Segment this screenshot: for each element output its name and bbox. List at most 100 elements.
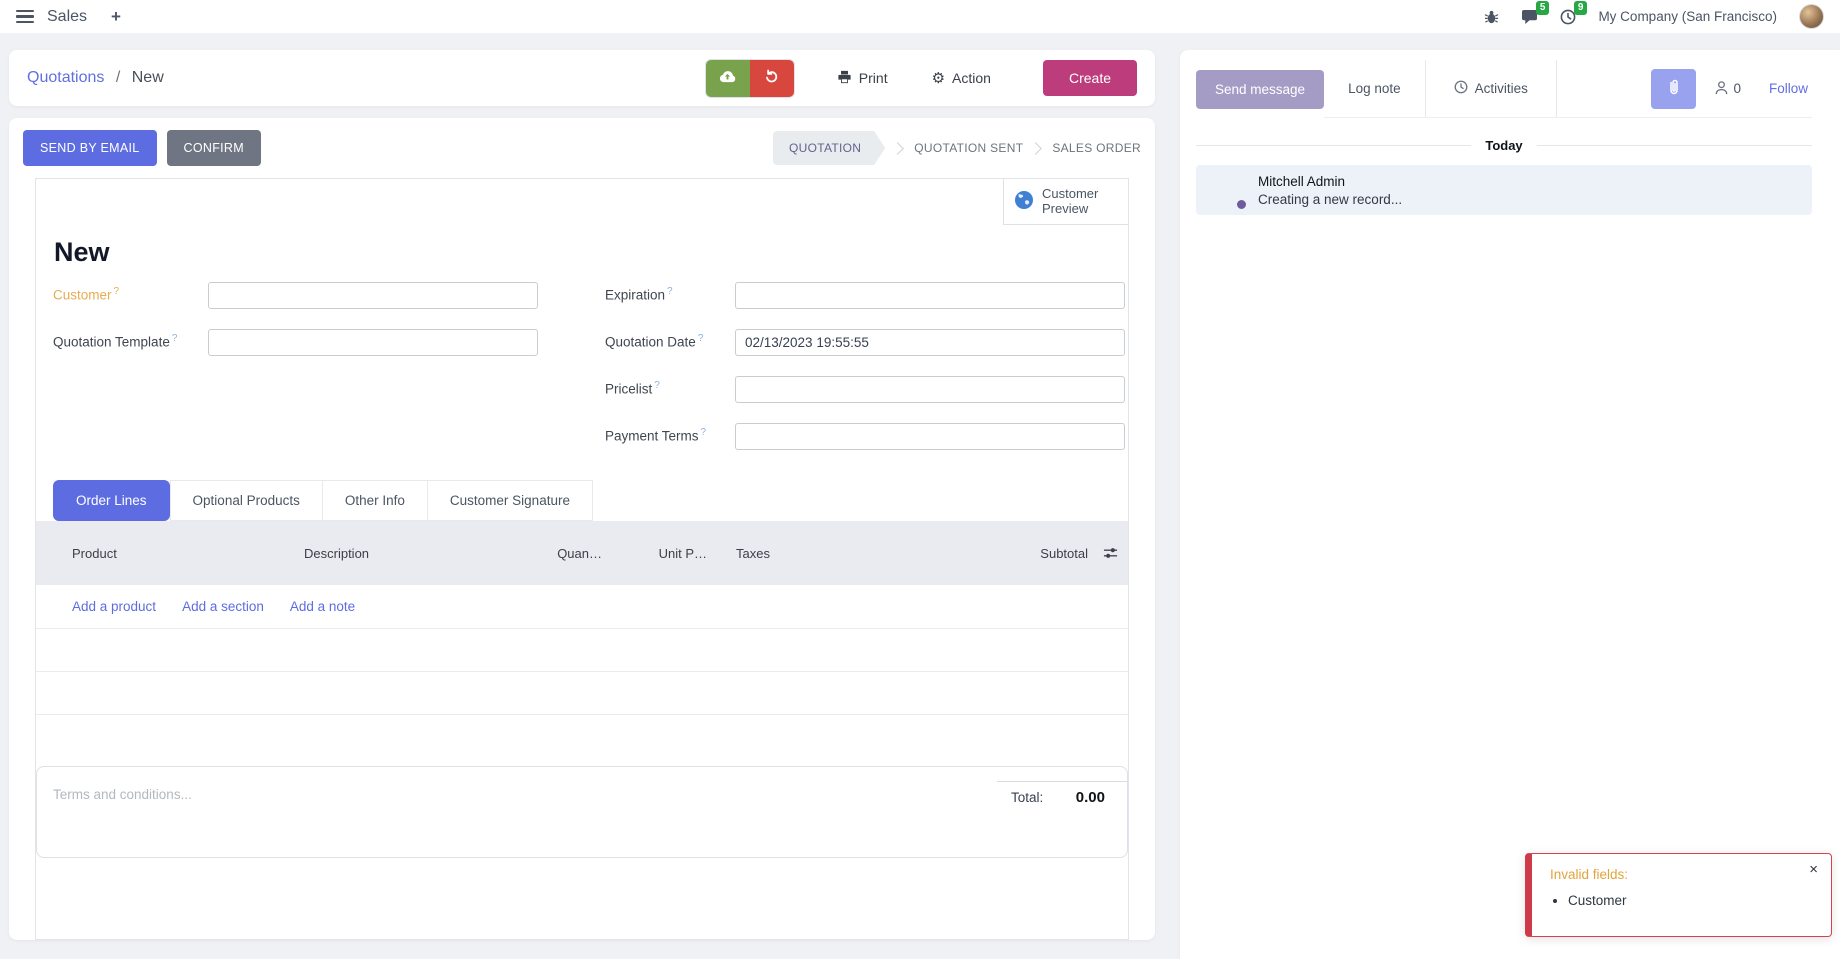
toast-title: Invalid fields: [1550,867,1817,882]
status-stepper: QUOTATION QUOTATION SENT SALES ORDER [773,131,1141,165]
payment-terms-input[interactable] [735,423,1125,450]
total-value: 0.00 [1076,789,1105,806]
send-message-button[interactable]: Send message [1196,70,1324,109]
print-label: Print [859,70,888,86]
activities-button[interactable]: Activities [1425,60,1557,117]
chatter-message: Mitchell Admin Creating a new record... [1196,165,1812,215]
add-a-note-link[interactable]: Add a note [290,599,355,614]
payment-terms-label: Payment Terms? [605,423,735,444]
total-label: Total: [1011,790,1043,805]
field-grid: Customer? Expiration? Quotation Template… [53,282,1128,470]
help-icon: ? [172,333,178,344]
message-author: Mitchell Admin [1258,174,1402,189]
action-button[interactable]: ⚙ Action [932,70,991,86]
print-button[interactable]: Print [837,70,888,87]
step-quotation[interactable]: QUOTATION [773,131,885,165]
app-name[interactable]: Sales [47,8,87,26]
save-discard-group [705,59,795,98]
messages-badge: 5 [1536,1,1550,15]
quotation-template-input[interactable] [208,329,538,356]
column-taxes: Taxes [707,546,867,561]
pricelist-input[interactable] [735,376,1125,403]
control-panel: Quotations / New Print ⚙ Action [9,50,1155,106]
followers-button[interactable]: 0 [1714,80,1741,98]
order-lines-header: Product Description Quan… Unit P… Taxes … [36,521,1128,585]
terms-and-conditions-input[interactable] [53,787,473,802]
date-divider: Today [1196,138,1812,153]
step-quotation-sent[interactable]: QUOTATION SENT [914,141,1023,155]
save-button[interactable] [706,60,750,97]
activities-label: Activities [1475,81,1528,96]
close-icon[interactable]: × [1809,861,1818,878]
tab-other-info[interactable]: Other Info [323,480,428,521]
breadcrumb: Quotations / New [27,69,164,87]
paperclip-icon [1666,78,1682,99]
order-lines-add-row: Add a product Add a section Add a note [36,585,1128,629]
total-block: Total: 0.00 [997,781,1127,806]
activities-clock-icon[interactable]: 9 [1560,9,1576,25]
notebook-tabs: Order Lines Optional Products Other Info… [53,480,1128,521]
add-a-section-link[interactable]: Add a section [182,599,264,614]
column-unit-price: Unit P… [602,546,707,561]
expiration-label: Expiration? [605,282,735,303]
breadcrumb-quotations-link[interactable]: Quotations [27,69,104,86]
confirm-button[interactable]: CONFIRM [167,130,261,166]
quotation-date-label: Quotation Date? [605,329,735,350]
add-a-product-link[interactable]: Add a product [72,599,156,614]
presence-dot-icon [1235,198,1248,211]
chatter-panel: Send message Log note Activities 0 [1180,50,1840,959]
help-icon: ? [667,286,673,297]
step-sales-order[interactable]: SALES ORDER [1052,141,1141,155]
customer-input[interactable] [208,282,538,309]
quotation-date-input[interactable] [735,329,1125,356]
message-avatar [1208,171,1246,209]
help-icon: ? [698,333,704,344]
breadcrumb-current: New [132,69,164,86]
undo-icon [764,69,779,87]
hamburger-menu-icon[interactable] [16,10,34,24]
globe-icon [1014,190,1034,213]
tab-order-lines[interactable]: Order Lines [53,480,170,521]
send-by-email-button[interactable]: SEND BY EMAIL [23,130,157,166]
expiration-input[interactable] [735,282,1125,309]
toast-invalid-field: Customer [1568,893,1817,908]
message-text: Creating a new record... [1258,192,1402,207]
clock-icon [1454,80,1468,97]
printer-icon [837,70,852,87]
statusbar: SEND BY EMAIL CONFIRM QUOTATION QUOTATIO… [9,118,1155,178]
customer-preview-label: Customer Preview [1042,187,1112,217]
tab-optional-products[interactable]: Optional Products [170,480,323,521]
step-chevron-icon [891,142,904,155]
company-switcher[interactable]: My Company (San Francisco) [1598,9,1777,24]
empty-order-line [36,629,1128,672]
new-tab-plus-icon[interactable]: + [111,7,121,27]
follow-button[interactable]: Follow [1769,81,1808,96]
tab-customer-signature[interactable]: Customer Signature [428,480,593,521]
person-icon [1714,80,1729,98]
quotation-template-label: Quotation Template? [53,329,208,350]
pricelist-label: Pricelist? [605,376,735,397]
empty-order-line [36,715,1128,758]
help-icon: ? [701,427,707,438]
debug-bug-icon[interactable] [1484,9,1499,24]
attach-file-button[interactable] [1651,69,1696,109]
cloud-upload-icon [718,69,737,87]
column-description: Description [304,546,484,561]
action-label: Action [952,70,991,86]
top-navbar: Sales + 5 9 My Company (San Francisco) [0,0,1840,33]
chatter-toolbar: Send message Log note Activities 0 [1196,60,1812,118]
terms-and-total-box: Total: 0.00 [36,766,1128,858]
discard-button[interactable] [750,60,794,97]
optional-columns-icon[interactable] [1103,546,1118,561]
invalid-fields-toast: Invalid fields: × Customer [1525,853,1832,937]
log-note-button[interactable]: Log note [1348,81,1401,96]
activities-badge: 9 [1574,1,1588,15]
messages-icon[interactable]: 5 [1521,9,1538,24]
user-avatar[interactable] [1799,4,1824,29]
page-title: New [54,237,1128,268]
create-button[interactable]: Create [1043,60,1137,96]
column-quantity: Quan… [484,546,602,561]
form-sheet: Customer Preview New Customer? Expiratio… [35,178,1129,940]
customer-preview-link[interactable]: Customer Preview [1003,179,1128,225]
quotation-form: SEND BY EMAIL CONFIRM QUOTATION QUOTATIO… [9,118,1155,940]
